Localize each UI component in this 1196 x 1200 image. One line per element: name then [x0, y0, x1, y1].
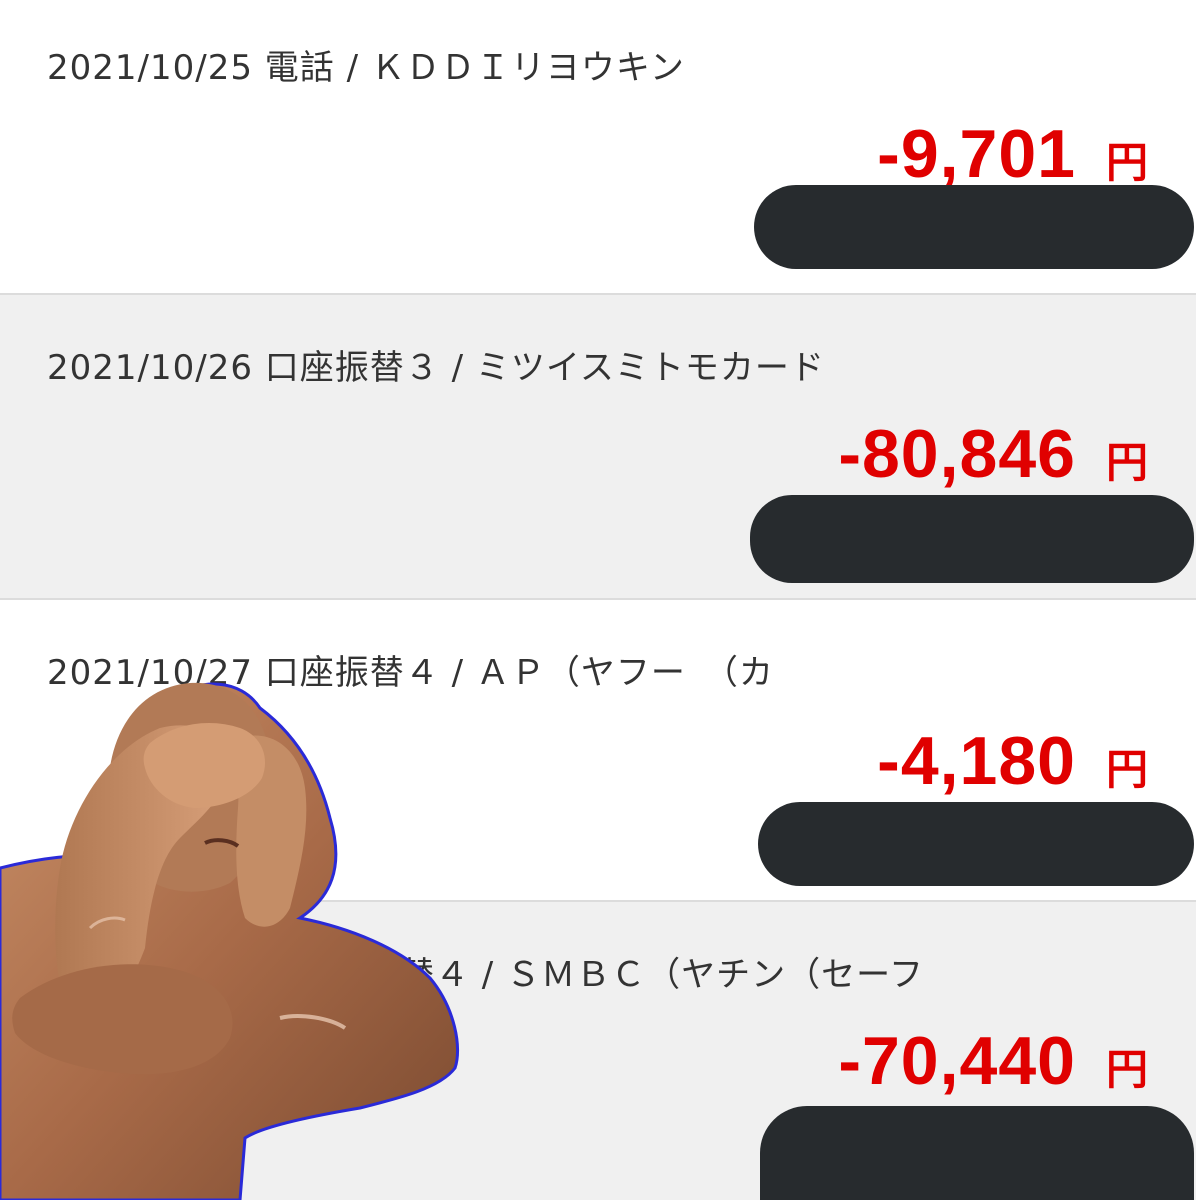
transaction-amount: -80,846	[838, 416, 1076, 492]
transaction-row[interactable]: 2021/10/25 電話 / ＫＤＤＩリヨウキン -9,701 円	[0, 0, 1196, 295]
transaction-description: 替４ / ＳＭＢＣ（ヤチン（セーフ	[400, 955, 925, 995]
amount-group: -80,846 円	[838, 415, 1148, 493]
redacted-balance	[754, 185, 1194, 269]
currency-unit: 円	[1105, 438, 1148, 487]
redacted-balance	[750, 495, 1194, 583]
currency-unit: 円	[1105, 745, 1148, 794]
redacted-balance	[760, 1106, 1194, 1200]
transaction-amount: -9,701	[877, 116, 1076, 192]
amount-group: -9,701 円	[877, 115, 1148, 193]
amount-group: -70,440 円	[838, 1022, 1148, 1100]
facepalm-person-image	[0, 682, 460, 1200]
currency-unit: 円	[1105, 138, 1148, 187]
transaction-description: 2021/10/25 電話 / ＫＤＤＩリヨウキン	[47, 48, 685, 88]
amount-group: -4,180 円	[877, 722, 1148, 800]
transaction-amount: -4,180	[877, 723, 1076, 799]
transaction-row[interactable]: 2021/10/26 口座振替３ / ミツイスミトモカード -80,846 円	[0, 295, 1196, 600]
currency-unit: 円	[1105, 1045, 1148, 1094]
transaction-list: 2021/10/25 電話 / ＫＤＤＩリヨウキン -9,701 円 2021/…	[0, 0, 1196, 1200]
transaction-amount: -70,440	[838, 1023, 1076, 1099]
transaction-description: 2021/10/26 口座振替３ / ミツイスミトモカード	[47, 348, 825, 388]
redacted-balance	[758, 802, 1194, 886]
